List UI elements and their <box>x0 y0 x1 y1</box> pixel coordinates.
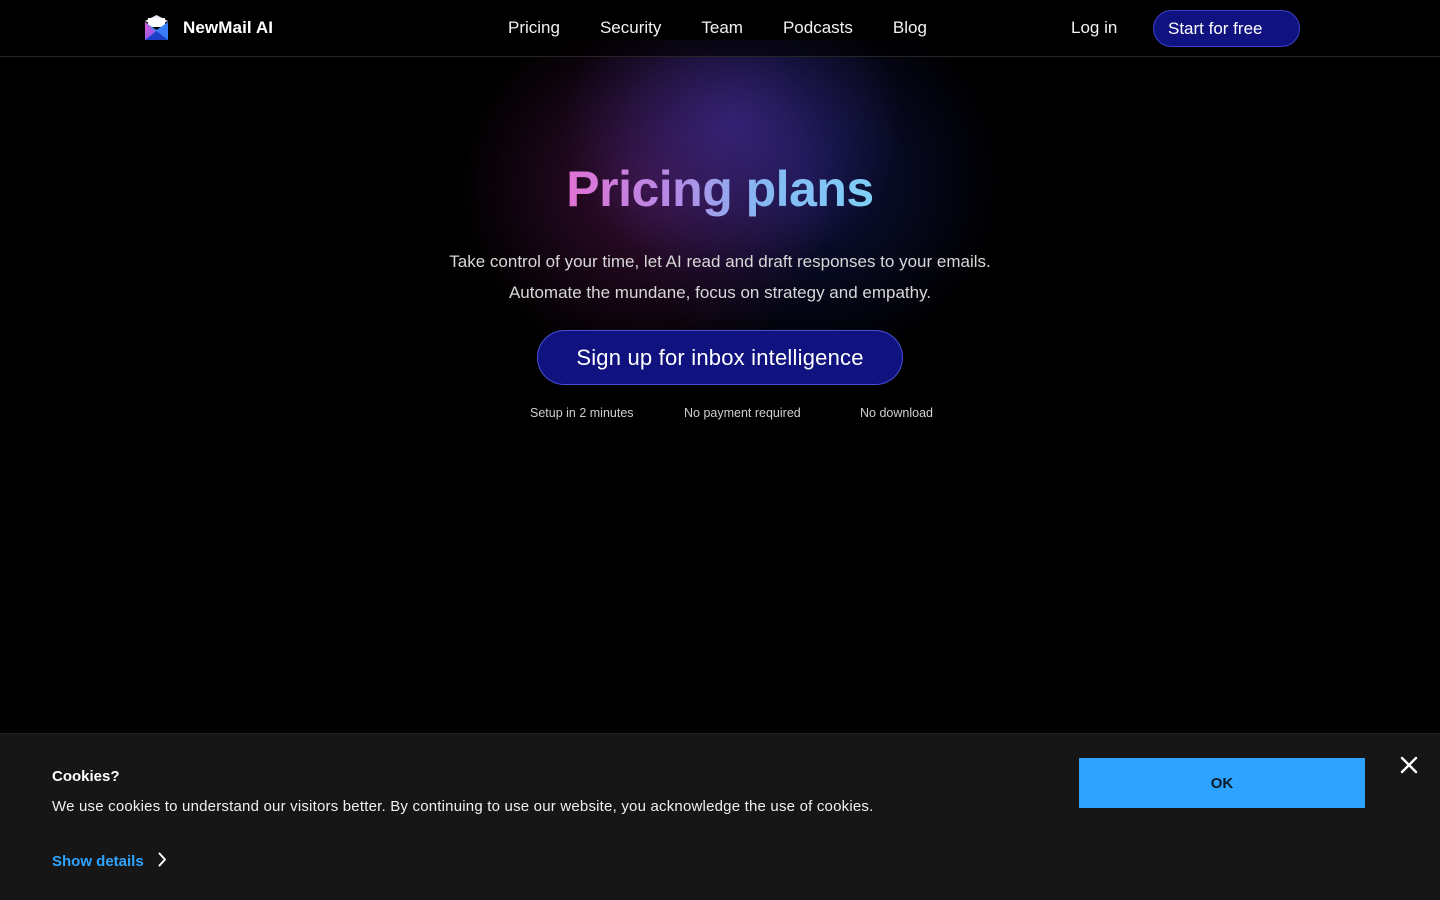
show-details-label: Show details <box>52 853 144 870</box>
perk-no-payment: No payment required <box>684 406 801 420</box>
cookie-banner: Cookies? We use cookies to understand ou… <box>0 733 1440 900</box>
envelope-logo-icon <box>143 14 170 42</box>
start-for-free-button[interactable]: Start for free <box>1153 10 1300 47</box>
perks-list: Setup in 2 minutes No payment required N… <box>0 406 1440 422</box>
nav-pricing[interactable]: Pricing <box>508 18 560 38</box>
brand-name: NewMail AI <box>183 18 274 37</box>
main-nav: Pricing Security Team Podcasts Blog <box>508 0 967 56</box>
hero-subtitle-line-2: Automate the mundane, focus on strategy … <box>508 283 932 302</box>
login-link[interactable]: Log in <box>1071 18 1117 38</box>
page-title-text: Pricing plans <box>566 161 874 217</box>
cookie-text: We use cookies to understand our visitor… <box>52 798 874 815</box>
nav-blog[interactable]: Blog <box>893 18 927 38</box>
top-navbar: NewMail AI Pricing Security Team Podcast… <box>0 0 1440 57</box>
cookie-ok-button[interactable]: OK <box>1079 758 1365 808</box>
brand-logo-link[interactable]: NewMail AI <box>143 14 273 42</box>
show-details-link[interactable]: Show details <box>52 852 167 871</box>
cookie-title: Cookies? <box>52 768 120 785</box>
hero-subtitle-line-1: Take control of your time, let AI read a… <box>449 252 991 271</box>
signup-cta-button[interactable]: Sign up for inbox intelligence <box>537 330 903 385</box>
perk-no-download: No download <box>860 406 933 420</box>
hero-subtitle: Take control of your time, let AI read a… <box>0 246 1440 308</box>
chevron-right-icon <box>158 852 167 871</box>
page-title: Pricing plans <box>0 160 1440 218</box>
nav-podcasts[interactable]: Podcasts <box>783 18 853 38</box>
nav-security[interactable]: Security <box>600 18 661 38</box>
page: NewMail AI Pricing Security Team Podcast… <box>0 0 1440 900</box>
close-icon[interactable] <box>1399 755 1419 775</box>
nav-team[interactable]: Team <box>701 18 743 38</box>
perk-setup: Setup in 2 minutes <box>530 406 634 420</box>
